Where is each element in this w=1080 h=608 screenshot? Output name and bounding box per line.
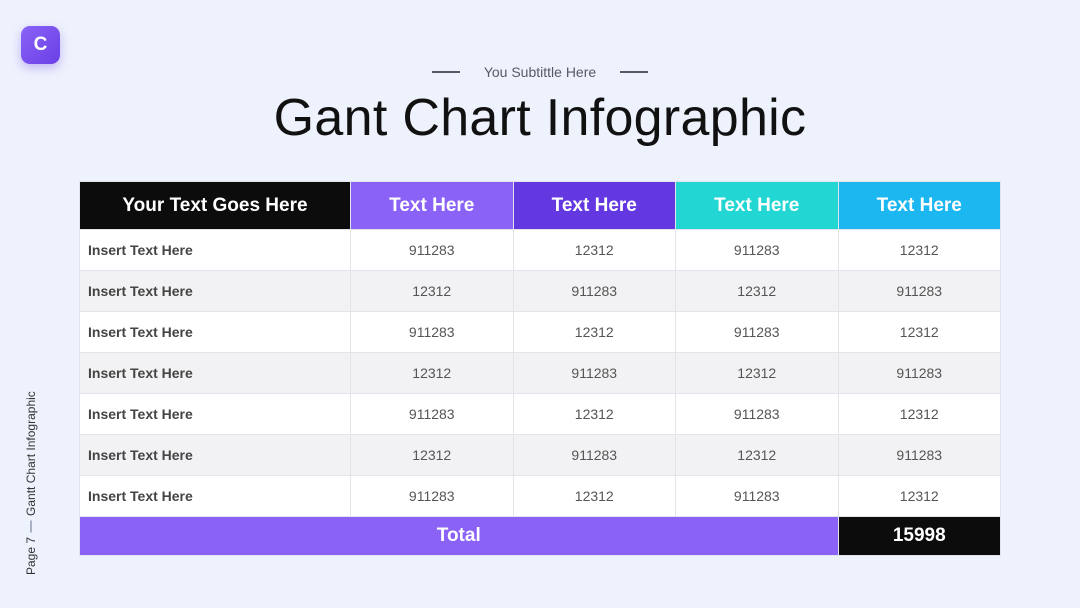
row-label: Insert Text Here — [79, 393, 351, 435]
header-cell-main: Your Text Goes Here — [79, 181, 351, 230]
total-row: Total 15998 — [79, 516, 1001, 556]
table-cell: 911283 — [350, 393, 514, 435]
brand-logo: C — [21, 26, 60, 64]
table-cell: 12312 — [512, 393, 676, 435]
table-row: Insert Text Here 911283 12312 911283 12312 — [79, 311, 1001, 353]
gantt-table: Your Text Goes Here Text Here Text Here … — [79, 181, 1001, 556]
header-cell-1: Text Here — [350, 181, 514, 230]
table-row: Insert Text Here 911283 12312 911283 12312 — [79, 393, 1001, 435]
row-label: Insert Text Here — [79, 434, 351, 476]
table-cell: 911283 — [350, 229, 514, 271]
subtitle-line-left — [431, 71, 460, 73]
table-cell: 12312 — [350, 352, 514, 394]
header-cell-3: Text Here — [675, 181, 839, 230]
total-label: Total — [79, 516, 839, 556]
total-value: 15998 — [837, 516, 1001, 556]
table-header-row: Your Text Goes Here Text Here Text Here … — [79, 181, 1001, 230]
table-cell: 12312 — [512, 475, 676, 517]
header-cell-2: Text Here — [512, 181, 676, 230]
row-label: Insert Text Here — [79, 311, 351, 353]
subtitle-line-right — [620, 71, 649, 73]
table-cell: 12312 — [675, 434, 839, 476]
table-cell: 911283 — [350, 475, 514, 517]
side-footer: Page 7 Gantt Chart Infographic — [24, 391, 38, 575]
table-cell: 911283 — [675, 229, 839, 271]
table-cell: 911283 — [512, 270, 676, 312]
subtitle: You Subtittle Here — [483, 64, 597, 80]
table-cell: 911283 — [837, 352, 1001, 394]
table-row: Insert Text Here 911283 12312 911283 12312 — [79, 229, 1001, 271]
table-cell: 12312 — [675, 270, 839, 312]
table-cell: 911283 — [675, 311, 839, 353]
page-number: Page 7 — [24, 536, 38, 575]
table-cell: 911283 — [350, 311, 514, 353]
table-cell: 911283 — [512, 434, 676, 476]
table-cell: 911283 — [675, 475, 839, 517]
table-row: Insert Text Here 12312 911283 12312 911283 — [79, 352, 1001, 394]
table-cell: 12312 — [512, 311, 676, 353]
row-label: Insert Text Here — [79, 475, 351, 517]
footer-separator — [30, 520, 32, 533]
table-cell: 12312 — [675, 352, 839, 394]
table-cell: 12312 — [837, 393, 1001, 435]
table-cell: 911283 — [837, 270, 1001, 312]
header-cell-4: Text Here — [837, 181, 1001, 230]
table-row: Insert Text Here 12312 911283 12312 911283 — [79, 270, 1001, 312]
row-label: Insert Text Here — [79, 270, 351, 312]
table-cell: 911283 — [512, 352, 676, 394]
table-cell: 12312 — [350, 270, 514, 312]
table-row: Insert Text Here 12312 911283 12312 911283 — [79, 434, 1001, 476]
table-cell: 911283 — [837, 434, 1001, 476]
subtitle-row: You Subtittle Here — [0, 64, 1080, 80]
table-cell: 12312 — [837, 475, 1001, 517]
row-label: Insert Text Here — [79, 229, 351, 271]
table-cell: 12312 — [837, 311, 1001, 353]
section-name: Gantt Chart Infographic — [24, 391, 38, 516]
row-label: Insert Text Here — [79, 352, 351, 394]
table-cell: 12312 — [512, 229, 676, 271]
table-cell: 12312 — [350, 434, 514, 476]
table-cell: 12312 — [837, 229, 1001, 271]
table-cell: 911283 — [675, 393, 839, 435]
page-title: Gant Chart Infographic — [273, 89, 807, 147]
table-row: Insert Text Here 911283 12312 911283 12312 — [79, 475, 1001, 517]
